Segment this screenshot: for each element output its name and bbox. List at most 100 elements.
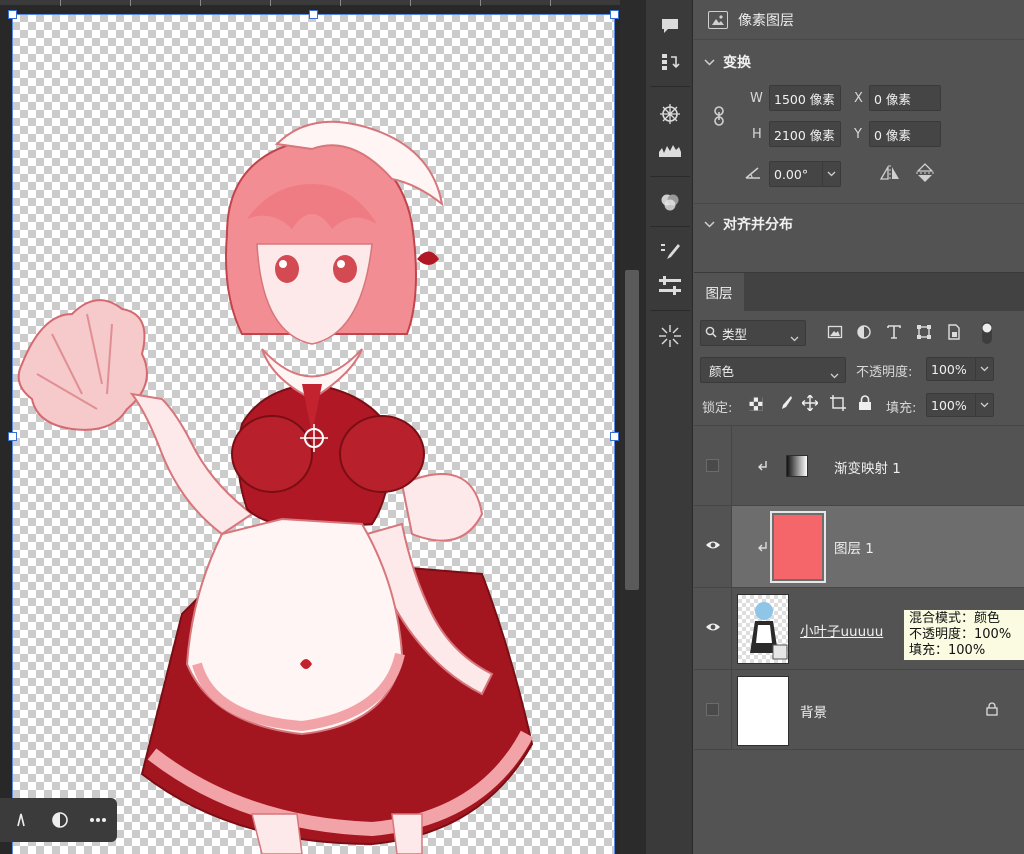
clipping-arrow-icon [758,541,768,557]
angle-icon [744,166,762,184]
visibility-toggle[interactable] [694,670,732,749]
lock-position-icon[interactable] [801,394,819,415]
tool-presets-icon[interactable] [654,272,686,300]
chevron-down-icon [830,367,839,382]
blend-mode-value: 颜色 [709,363,735,379]
y-position-field[interactable]: 0 像素 [869,121,941,147]
layer-name[interactable]: 小叶子uuuuu [800,620,883,640]
layers-panel: 图层 类型 颜色 不透明度: 100% 锁定: 填充: 100% 渐变映射 1 … [694,272,1024,854]
rotation-angle-value: 0.00° [774,166,809,182]
blend-mode-select[interactable]: 颜色 [700,357,846,383]
fill-slider-chevron-icon[interactable] [975,394,993,416]
filter-shape-layers-icon[interactable] [916,324,932,344]
transform-handle-top-left[interactable] [8,10,17,19]
layers-tab-bar: 图层 [694,273,1024,311]
transform-handle-top-right[interactable] [610,10,619,19]
layer-row-gradient-map[interactable]: 渐变映射 1 [694,426,1024,506]
filter-pixel-layers-icon[interactable] [827,324,843,344]
align-distribute-section-toggle[interactable]: 对齐并分布 [704,214,793,234]
channels-icon[interactable] [654,188,686,216]
adjustment-half-circle-icon[interactable] [47,807,73,833]
filter-smart-objects-icon[interactable] [946,324,962,344]
filter-kind-value: 类型 [722,326,748,342]
visibility-toggle[interactable] [694,588,732,669]
top-ruler [0,0,620,6]
color-layer-thumbnail [770,511,826,583]
history-icon[interactable] [654,48,686,76]
contextual-taskbar [0,798,117,842]
gradient-map-thumbnail-icon [786,455,808,477]
lock-transparent-pixels-icon[interactable] [749,397,763,415]
layer-tooltip: 混合模式：颜色 不透明度：100% 填充：100% [903,609,1024,661]
transform-handle-left[interactable] [8,432,17,441]
flip-horizontal-icon[interactable] [879,164,901,185]
angle-dropdown-chevron-icon[interactable] [822,162,840,186]
tooltip-line-blend: 混合模式：颜色 [909,611,1001,626]
starburst-icon[interactable] [654,322,686,350]
fill-value: 100% [931,397,967,413]
tab-layers[interactable]: 图层 [694,273,744,311]
properties-panel: 像素图层 变换 W 1500 像素 X 0 像素 H 2100 像素 Y 0 像… [694,0,1024,272]
chevron-down-icon [704,218,715,231]
layer-name[interactable]: 渐变映射 1 [834,457,901,477]
brush-settings-icon[interactable] [654,238,686,266]
filter-adjustment-layers-icon[interactable] [856,324,872,344]
select-subject-icon[interactable] [10,807,36,833]
filter-toggle-icon[interactable] [981,321,993,349]
transform-section-toggle[interactable]: 变换 [704,52,751,72]
height-field[interactable]: 2100 像素 [769,121,841,147]
width-label: W [750,91,763,106]
opacity-slider-chevron-icon[interactable] [975,358,993,380]
fill-field[interactable]: 100% [926,393,994,417]
filter-type-layers-icon[interactable] [886,324,902,344]
clipping-arrow-icon [758,460,768,476]
fill-label: 填充: [886,401,917,416]
rotation-angle-field[interactable]: 0.00° [769,161,841,187]
flip-vertical-icon[interactable] [916,162,934,188]
layer-row-color-layer[interactable]: 图层 1 [694,506,1024,588]
canvas-scrollbar-thumb[interactable] [625,270,639,590]
comments-icon[interactable] [654,12,686,40]
link-dimensions-icon[interactable] [712,106,726,130]
tooltip-line-fill: 填充：100% [909,643,986,658]
pixel-layer-icon [708,10,728,29]
more-options-icon[interactable] [85,807,111,833]
opacity-value: 100% [931,361,967,377]
smart-object-thumbnail [737,594,789,664]
chevron-down-icon [704,56,715,69]
maid-character-artwork [17,120,534,854]
y-label: Y [854,127,862,142]
histogram-icon[interactable] [654,136,686,164]
lock-all-icon[interactable] [858,395,872,415]
layer-name[interactable]: 背景 [800,701,827,721]
properties-title: 像素图层 [738,12,794,29]
background-thumbnail [737,676,789,746]
lock-icon [986,702,998,720]
lock-image-pixels-icon[interactable] [777,395,793,415]
canvas-area[interactable] [0,0,620,854]
width-field[interactable]: 1500 像素 [769,85,841,111]
transform-title: 变换 [723,55,751,71]
eye-icon [705,621,721,636]
transform-handle-right[interactable] [610,432,619,441]
tooltip-line-opacity: 不透明度：100% [909,627,1012,642]
layer-row-background[interactable]: 背景 [694,670,1024,750]
navigator-wheel-icon[interactable] [654,100,686,128]
canvas-scrollbar-track [620,0,645,854]
align-distribute-title: 对齐并分布 [723,217,793,233]
chevron-down-icon [790,330,799,345]
lock-label: 锁定: [702,401,733,416]
x-label: X [854,91,863,106]
visibility-off-box [706,459,719,472]
eye-icon [705,539,721,554]
layer-name[interactable]: 图层 1 [834,537,874,557]
visibility-off-box [706,703,719,716]
x-position-field[interactable]: 0 像素 [869,85,941,111]
lock-artboard-icon[interactable] [830,395,846,415]
opacity-label: 不透明度: [856,365,913,380]
transform-handle-top[interactable] [309,10,318,19]
opacity-field[interactable]: 100% [926,357,994,381]
visibility-toggle[interactable] [694,506,732,587]
layer-filter-kind-select[interactable]: 类型 [700,320,806,346]
visibility-toggle[interactable] [694,426,732,505]
